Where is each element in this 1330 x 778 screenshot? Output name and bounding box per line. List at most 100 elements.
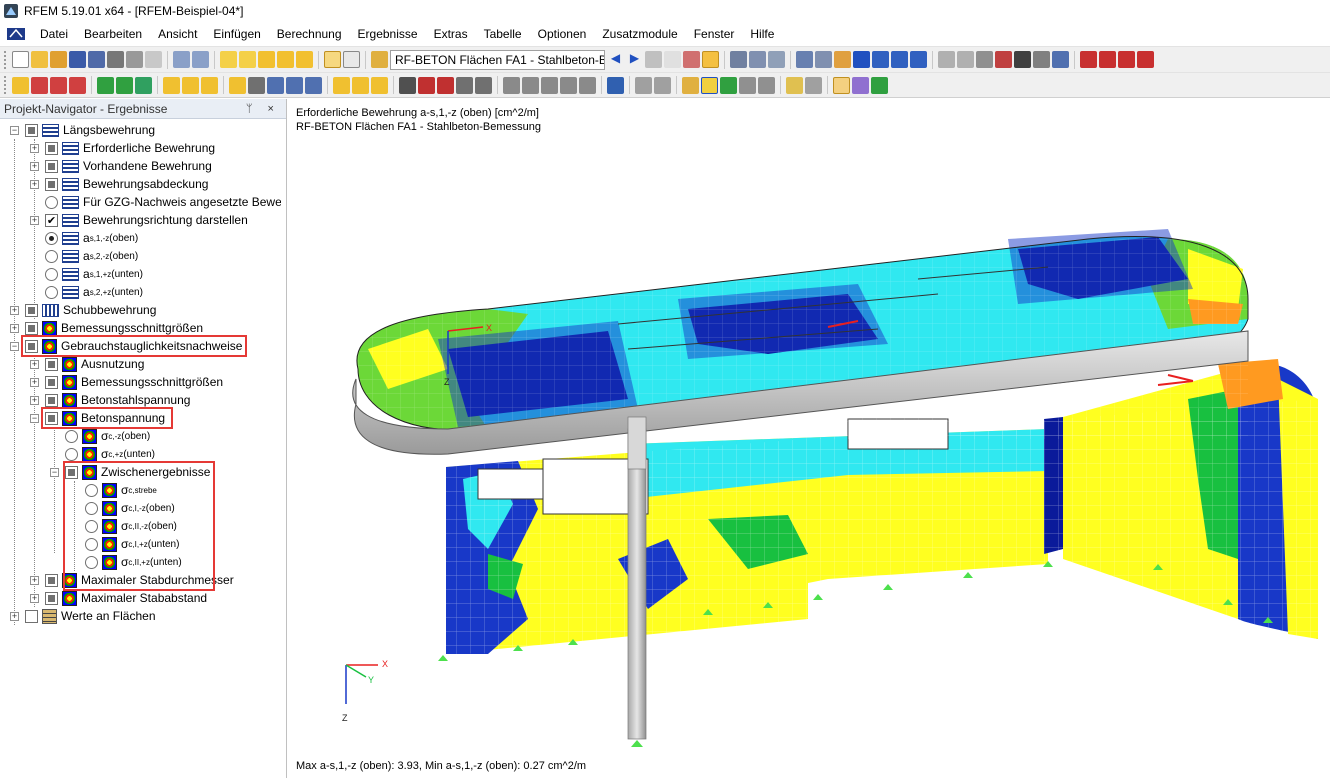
- tree-node-werte-an-flaechen[interactable]: + Werte an Flächen: [10, 607, 156, 625]
- tree-node-laengsbewehrung[interactable]: − Längsbewehrung: [10, 121, 155, 139]
- tree-node-richtung[interactable]: + ✔ Bewehrungsrichtung darstellen: [30, 211, 248, 229]
- mesh-icon[interactable]: [796, 51, 813, 68]
- tree-node-ausnutzung[interactable]: + Ausnutzung: [30, 355, 144, 373]
- tree-radio-as1-oben[interactable]: a s,1,-z (oben): [45, 229, 138, 247]
- graphics-viewport[interactable]: X Z X Y Z Erforderliche Bewehrung a-s,1,…: [288, 99, 1330, 778]
- zoom-in-icon[interactable]: [418, 76, 435, 94]
- shade-icon[interactable]: [739, 76, 756, 94]
- view-zz-icon[interactable]: [579, 76, 596, 94]
- node-tool-icon[interactable]: [12, 76, 29, 94]
- view-box-icon[interactable]: [475, 76, 492, 94]
- solid-view-icon[interactable]: [701, 76, 718, 94]
- wire-icon[interactable]: [682, 76, 699, 94]
- menu-berechnung[interactable]: Berechnung: [269, 27, 350, 41]
- dimension-icon[interactable]: [654, 76, 671, 94]
- divide-icon[interactable]: [957, 51, 974, 68]
- layer-tool-icon[interactable]: [305, 76, 322, 94]
- new-file-icon[interactable]: [12, 51, 29, 68]
- opening-tool-icon[interactable]: [135, 76, 152, 94]
- results-icon[interactable]: [645, 51, 662, 68]
- view-iso-icon[interactable]: [456, 76, 473, 94]
- render-icon[interactable]: [607, 76, 624, 94]
- menu-ergebnisse[interactable]: Ergebnisse: [350, 27, 426, 41]
- pencil-icon[interactable]: [220, 51, 237, 68]
- brush-tool-icon[interactable]: [371, 76, 388, 94]
- tree-node-gzg-schnittgroessen[interactable]: + Bemessungsschnittgrößen: [30, 373, 223, 391]
- next-icon[interactable]: ▶: [626, 51, 643, 68]
- open-file-icon[interactable]: [31, 51, 48, 68]
- save-all-icon[interactable]: [88, 51, 105, 68]
- menu-extras[interactable]: Extras: [426, 27, 476, 41]
- select-icon[interactable]: [277, 51, 294, 68]
- table-view-icon[interactable]: [343, 51, 360, 68]
- arrow-icon[interactable]: [1137, 51, 1154, 68]
- check-icon[interactable]: [871, 76, 888, 94]
- diagram-icon[interactable]: [768, 51, 785, 68]
- tree-node-schubbewehrung[interactable]: + Schubbewehrung: [10, 301, 156, 319]
- scale-icon[interactable]: [910, 51, 927, 68]
- zoom-out-icon[interactable]: [437, 76, 454, 94]
- line-style-icon[interactable]: [635, 76, 652, 94]
- menu-zusatzmodule[interactable]: Zusatzmodule: [594, 27, 685, 41]
- mdi-icon[interactable]: [6, 26, 26, 42]
- move-icon[interactable]: [834, 51, 851, 68]
- cube-tool-icon[interactable]: [286, 76, 303, 94]
- tree-radio-as2-unten[interactable]: a s,2,+z (unten): [45, 283, 143, 301]
- load-case-combo[interactable]: RF-BETON Flächen FA1 - Stahlbeton-Bemess…: [390, 49, 605, 70]
- table-toggle-icon[interactable]: [324, 51, 341, 68]
- guide-tool-icon[interactable]: [201, 76, 218, 94]
- delete-icon[interactable]: [995, 51, 1012, 68]
- report-icon[interactable]: [145, 51, 162, 68]
- frame-tool-icon[interactable]: [248, 76, 265, 94]
- menu-fenster[interactable]: Fenster: [686, 27, 743, 41]
- import-icon[interactable]: [1099, 51, 1116, 68]
- view-x-icon[interactable]: [503, 76, 520, 94]
- menu-hilfe[interactable]: Hilfe: [742, 27, 782, 41]
- search-icon[interactable]: [239, 51, 256, 68]
- previous-icon[interactable]: ◀: [607, 51, 624, 68]
- panel-icon[interactable]: [833, 76, 850, 94]
- menu-optionen[interactable]: Optionen: [530, 27, 595, 41]
- eye-icon[interactable]: [683, 51, 700, 68]
- zoom-window-icon[interactable]: [399, 76, 416, 94]
- grid-icon[interactable]: [815, 51, 832, 68]
- save-icon[interactable]: [69, 51, 86, 68]
- tree-node-gzg[interactable]: Für GZG-Nachweis angesetzte Bewehrung: [45, 193, 281, 211]
- plugin-icon[interactable]: [1052, 51, 1069, 68]
- support-tool-icon[interactable]: [69, 76, 86, 94]
- window-icon[interactable]: [296, 51, 313, 68]
- tree-node-erforderliche[interactable]: + Erforderliche Bewehrung: [30, 139, 215, 157]
- redo-icon[interactable]: [192, 51, 209, 68]
- menu-datei[interactable]: Datei: [32, 27, 76, 41]
- xxx-icon[interactable]: [664, 51, 681, 68]
- pin-close-icons[interactable]: ᛘ ×: [246, 103, 280, 115]
- menu-tabelle[interactable]: Tabelle: [476, 27, 530, 41]
- undo-icon[interactable]: [173, 51, 190, 68]
- copy-icon[interactable]: [872, 51, 889, 68]
- deform-icon[interactable]: [730, 51, 747, 68]
- mirror-line-icon[interactable]: [976, 51, 993, 68]
- line-tool-icon[interactable]: [31, 76, 48, 94]
- multi-window-icon[interactable]: [786, 76, 803, 94]
- tile-icon[interactable]: [805, 76, 822, 94]
- tool-icon[interactable]: [1118, 51, 1135, 68]
- arrow-tool-icon[interactable]: [333, 76, 350, 94]
- menu-ansicht[interactable]: Ansicht: [150, 27, 205, 41]
- print-icon[interactable]: [107, 51, 124, 68]
- view-y-icon[interactable]: [522, 76, 539, 94]
- camera-icon[interactable]: [1014, 51, 1031, 68]
- paint-icon[interactable]: [758, 76, 775, 94]
- tree-radio-as2-oben[interactable]: a s,2,-z (oben): [45, 247, 138, 265]
- transparent-icon[interactable]: [720, 76, 737, 94]
- member-tool-icon[interactable]: [50, 76, 67, 94]
- print-preview-icon[interactable]: [126, 51, 143, 68]
- pointer-tool-icon[interactable]: [352, 76, 369, 94]
- tree-node-max-stababstand[interactable]: + Maximaler Stababstand: [30, 589, 207, 607]
- tree-radio-sigma-c-oben[interactable]: σ c,-z (oben): [65, 427, 150, 445]
- rotate-icon[interactable]: [853, 51, 870, 68]
- target-icon[interactable]: [258, 51, 275, 68]
- dim-tool-icon[interactable]: [182, 76, 199, 94]
- color-scale-icon[interactable]: [852, 76, 869, 94]
- grid-tool-icon[interactable]: [267, 76, 284, 94]
- settings-icon[interactable]: [1033, 51, 1050, 68]
